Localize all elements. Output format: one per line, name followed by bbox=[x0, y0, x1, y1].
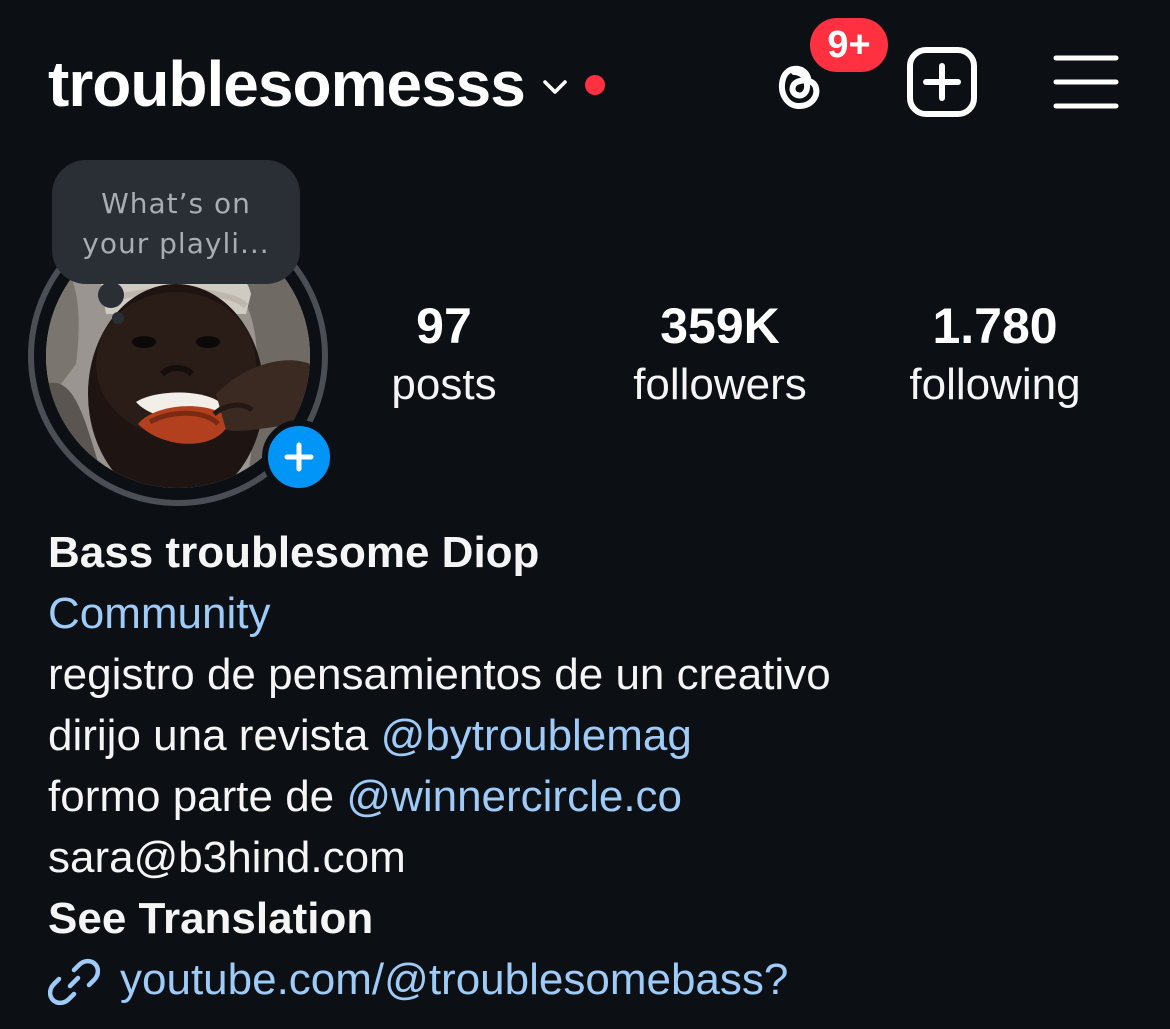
notification-badge: 9+ bbox=[810, 18, 888, 72]
stat-followers[interactable]: 359K followers bbox=[633, 296, 807, 414]
bio-email: sara@b3hind.com bbox=[48, 833, 406, 882]
note-text-line2: your playli... bbox=[82, 227, 270, 260]
mention-bytroublemag[interactable]: @bytroublemag bbox=[381, 711, 692, 760]
bio-line-3-text: formo parte de bbox=[48, 772, 347, 821]
bio-line-3: formo parte de @winnercircle.co bbox=[48, 766, 1148, 827]
bio-line-2-text: dirijo una revista bbox=[48, 711, 381, 760]
unread-dot bbox=[584, 75, 605, 95]
menu-icon[interactable] bbox=[1052, 52, 1120, 112]
stat-following-value: 1.780 bbox=[932, 298, 1058, 354]
note-bubble-tail bbox=[98, 282, 124, 308]
stat-posts-label: posts bbox=[391, 360, 497, 409]
stat-posts[interactable]: 97 posts bbox=[391, 296, 496, 414]
add-story-button[interactable] bbox=[262, 420, 336, 494]
display-name: Bass troublesome Diop bbox=[48, 528, 540, 577]
chevron-down-icon[interactable] bbox=[539, 71, 571, 103]
note-bubble-tail-small bbox=[112, 312, 124, 324]
plus-icon bbox=[284, 442, 314, 472]
bio-line-1: registro de pensamientos de un creativo bbox=[48, 650, 831, 699]
bio-line-2: dirijo una revista @bytroublemag bbox=[48, 705, 1148, 766]
account-switcher[interactable]: troublesomesss bbox=[48, 46, 605, 122]
stat-following-label: following bbox=[909, 360, 1081, 409]
mention-winnercircle[interactable]: @winnercircle.co bbox=[346, 772, 682, 821]
note-bubble[interactable]: What’s on your playli... bbox=[52, 160, 300, 284]
note-text-line1: What’s on bbox=[101, 187, 251, 220]
new-post-icon[interactable] bbox=[906, 46, 978, 118]
stat-followers-value: 359K bbox=[660, 298, 780, 354]
see-translation-button[interactable]: See Translation bbox=[48, 888, 1148, 949]
stat-posts-value: 97 bbox=[416, 298, 472, 354]
link-icon bbox=[48, 958, 100, 1005]
profile-bio: Bass troublesome Diop Community registro… bbox=[48, 522, 1148, 1010]
bio-link[interactable]: youtube.com/@troublesomebass? bbox=[48, 949, 1148, 1010]
stat-following[interactable]: 1.780 following bbox=[909, 296, 1080, 414]
stat-followers-label: followers bbox=[633, 360, 807, 409]
username[interactable]: troublesomesss bbox=[48, 46, 526, 122]
category-label[interactable]: Community bbox=[48, 583, 1148, 644]
bio-link-text[interactable]: youtube.com/@troublesomebass? bbox=[120, 949, 788, 1010]
profile-header: troublesomesss 9+ bbox=[0, 0, 1170, 160]
